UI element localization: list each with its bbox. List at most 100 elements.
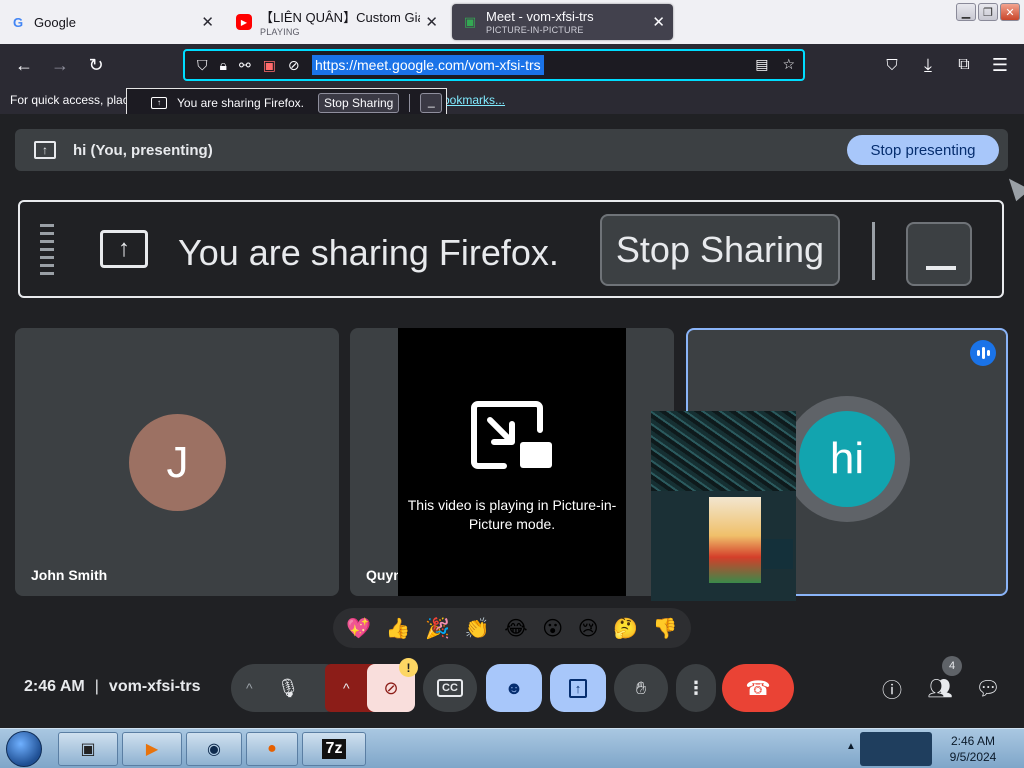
sharing-text-large: You are sharing Firefox.: [178, 232, 559, 273]
tab-google[interactable]: G Google ✕: [0, 4, 222, 40]
avatar: J: [129, 414, 226, 511]
presenting-label: hi (You, presenting): [73, 141, 213, 159]
start-button[interactable]: [6, 731, 42, 767]
microphone-icon[interactable]: 🎙︎: [277, 678, 300, 699]
pocket-icon[interactable]: ⛉: [880, 53, 904, 77]
taskbar-explorer-icon[interactable]: ▣: [58, 732, 118, 766]
reaction-thinking-icon[interactable]: 🤔: [613, 616, 638, 641]
emoji-icon: ☻: [504, 677, 524, 698]
system-tray[interactable]: [860, 732, 932, 766]
meeting-info: 2:46 AM | vom-xfsi-trs: [24, 678, 201, 696]
share-screen-icon: ↑: [100, 230, 148, 268]
close-window-icon[interactable]: ✕: [1000, 3, 1020, 21]
warning-badge: !: [399, 658, 418, 677]
url-text[interactable]: https://meet.google.com/vom-xfsi-trs: [312, 55, 544, 75]
reaction-heart-icon[interactable]: 💖: [346, 616, 371, 641]
extensions-icon[interactable]: ⧉: [952, 53, 976, 77]
reaction-sad-icon[interactable]: 😢: [578, 616, 599, 641]
taskbar-clock[interactable]: 2:46 AM 9/5/2024: [930, 733, 1016, 765]
pip-video-window[interactable]: [651, 411, 796, 601]
stop-sharing-button[interactable]: Stop Sharing: [317, 93, 400, 113]
reload-icon[interactable]: ↻: [84, 53, 108, 77]
stop-sharing-button-large: Stop Sharing: [600, 214, 840, 286]
captions-button[interactable]: CC: [423, 664, 477, 712]
send-reaction-button[interactable]: ☻: [486, 664, 542, 712]
forward-arrow-icon[interactable]: →: [48, 53, 72, 77]
browser-tab-bar: G Google ✕ ▶ 【LIÊN QUÂN】Custom Giao H PL…: [0, 0, 1024, 44]
captions-icon: CC: [437, 679, 463, 697]
end-call-icon: ☎︎: [745, 677, 771, 700]
share-screen-icon: ↑: [151, 97, 167, 109]
bookmark-star-icon[interactable]: ☆: [782, 56, 795, 73]
leave-call-button[interactable]: ☎︎: [722, 664, 794, 712]
avatar: hi: [799, 411, 895, 507]
taskbar-media-player-icon[interactable]: ▶: [122, 732, 182, 766]
reaction-party-icon[interactable]: 🎉: [425, 616, 450, 641]
minimize-indicator-button[interactable]: _: [420, 93, 443, 113]
raise-hand-button[interactable]: ✋︎: [614, 664, 668, 712]
meeting-details-icon[interactable]: ⓘ: [878, 674, 906, 702]
restore-window-icon[interactable]: ❐: [978, 3, 998, 21]
tab-youtube[interactable]: ▶ 【LIÊN QUÂN】Custom Giao H PLAYING ✕: [226, 4, 446, 40]
present-screen-icon: ↑: [34, 141, 56, 159]
more-options-button[interactable]: ⋮: [676, 664, 716, 712]
video-options-chevron-icon[interactable]: ^: [343, 680, 350, 696]
address-bar[interactable]: ⛉ 🔒︎ ⚯ ▣ ⊘ https://meet.google.com/vom-x…: [183, 49, 805, 81]
present-button[interactable]: ↑: [550, 664, 606, 712]
taskbar-firefox-icon[interactable]: ●: [246, 732, 298, 766]
avatar-initial: hi: [829, 434, 865, 483]
screen-share-indicator-icon[interactable]: ▣: [263, 57, 276, 74]
reader-view-icon[interactable]: ▤: [755, 56, 768, 73]
separator: |: [94, 678, 99, 695]
chat-icon[interactable]: 💬︎: [974, 674, 1002, 702]
avatar-initial: J: [166, 437, 189, 487]
stop-presenting-button[interactable]: Stop presenting: [847, 135, 999, 165]
picture-in-picture-icon: [471, 401, 552, 469]
minimize-button-large: [906, 222, 972, 286]
taskbar-network-icon[interactable]: ◉: [186, 732, 242, 766]
windows-taskbar: ▣ ▶ ◉ ● 7z ▲ 2:46 AM 9/5/2024: [0, 728, 1024, 768]
lock-icon[interactable]: 🔒︎: [220, 57, 227, 74]
reaction-clap-icon[interactable]: 👏: [465, 616, 490, 641]
reaction-laugh-icon[interactable]: 😂: [504, 616, 527, 641]
minimize-window-icon[interactable]: ▁: [956, 3, 976, 21]
people-icon[interactable]: 👥︎: [926, 674, 954, 702]
clock-time: 2:46 AM: [950, 734, 996, 748]
divider: [409, 94, 411, 112]
meet-icon: ▣: [463, 14, 477, 29]
manage-bookmarks-link[interactable]: ookmarks...: [443, 93, 505, 107]
speaking-indicator-icon: [970, 340, 996, 366]
menu-icon[interactable]: ☰: [988, 53, 1012, 77]
autoplay-blocked-icon[interactable]: ⊘: [288, 57, 300, 74]
taskbar-7zip-icon[interactable]: 7z: [302, 732, 366, 766]
downloads-icon[interactable]: ⤓: [916, 53, 940, 77]
participant-tile[interactable]: J John Smith: [15, 328, 339, 596]
reaction-thumbs-up-icon[interactable]: 👍: [386, 616, 411, 641]
pip-placeholder: This video is playing in Picture-in-Pict…: [398, 328, 626, 596]
meeting-code: vom-xfsi-trs: [108, 678, 201, 695]
tab-meet[interactable]: ▣ Meet - vom-xfsi-trs PICTURE-IN-PICTURE…: [452, 4, 673, 40]
tab-subtitle: PICTURE-IN-PICTURE: [486, 25, 584, 35]
reactions-bar: 💖 👍 🎉 👏 😂 😮 😢 🤔 👎: [333, 608, 691, 648]
reaction-surprised-icon[interactable]: 😮: [542, 616, 563, 641]
back-arrow-icon[interactable]: ←: [12, 53, 36, 77]
audio-options-chevron-icon[interactable]: ^: [246, 680, 253, 696]
window-controls: ▁ ❐ ✕: [956, 3, 1020, 21]
close-tab-icon[interactable]: ✕: [652, 13, 665, 31]
tab-title: Meet - vom-xfsi-trs: [486, 9, 594, 24]
tab-title: 【LIÊN QUÂN】Custom Giao H: [260, 10, 420, 25]
close-tab-icon[interactable]: ✕: [201, 13, 214, 31]
tracking-shield-icon[interactable]: ⛉: [197, 57, 208, 74]
close-tab-icon[interactable]: ✕: [425, 13, 438, 31]
browser-nav-bar: ← → ↻ ⛉ 🔒︎ ⚯ ▣ ⊘ https://meet.google.com…: [0, 44, 1024, 86]
permissions-icon[interactable]: ⚯: [239, 57, 251, 74]
7zip-label: 7z: [321, 739, 347, 759]
mouse-cursor-icon: [1002, 172, 1024, 202]
bookmarks-hint: For quick access, plac: [10, 93, 129, 107]
people-count-badge: 4: [942, 656, 962, 676]
reaction-thumbs-down-icon[interactable]: 👎: [653, 616, 678, 641]
youtube-icon: ▶: [236, 14, 252, 30]
sharing-text: You are sharing Firefox.: [177, 96, 304, 110]
tray-expand-icon[interactable]: ▲: [846, 741, 856, 752]
pip-video-poster: [763, 539, 793, 569]
